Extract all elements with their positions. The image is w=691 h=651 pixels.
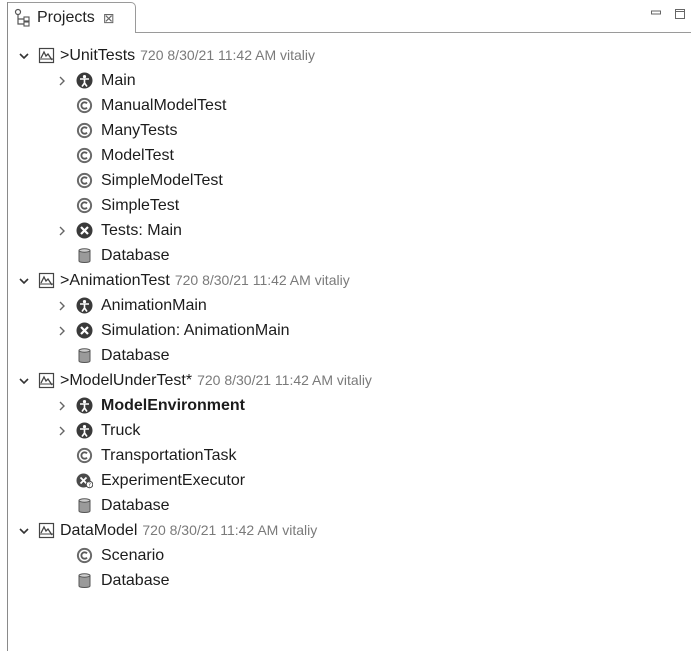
agent-type-icon	[76, 72, 93, 89]
java-class-icon	[76, 447, 93, 464]
tree-row-animationmain[interactable]: AnimationMain	[8, 293, 691, 318]
tree-row-animationtest[interactable]: >AnimationTest 720 8/30/21 11:42 AM vital…	[8, 268, 691, 293]
model-project-icon	[38, 272, 55, 289]
tab-projects[interactable]: Projects ⊠	[8, 2, 136, 33]
chevron-right-icon[interactable]	[56, 400, 68, 412]
custom-experiment-icon	[76, 472, 93, 489]
tree-row-modelundertest[interactable]: >ModelUnderTest* 720 8/30/21 11:42 AM vit…	[8, 368, 691, 393]
tree-item-label: ModelEnvironment	[101, 396, 246, 414]
minimize-icon[interactable]	[650, 8, 662, 20]
tree-item-label: ModelTest	[101, 146, 174, 164]
tree-row-database[interactable]: Database	[8, 343, 691, 368]
chevron-right-icon[interactable]	[56, 75, 68, 87]
database-icon	[76, 572, 93, 589]
java-class-icon	[76, 197, 93, 214]
tab-bar: Projects ⊠	[8, 2, 691, 33]
chevron-down-icon[interactable]	[18, 375, 30, 387]
experiment-icon	[76, 322, 93, 339]
agent-type-icon	[76, 397, 93, 414]
tree-row-simpletest[interactable]: SimpleTest	[8, 193, 691, 218]
tree-row-scenario[interactable]: Scenario	[8, 543, 691, 568]
tree-item-label: ExperimentExecutor	[101, 471, 246, 489]
tree-item-label: Tests: Main	[101, 221, 182, 239]
model-project-icon	[38, 372, 55, 389]
tree-row-modelenvironment[interactable]: ModelEnvironment	[8, 393, 691, 418]
tree-row-transportationtask[interactable]: TransportationTask	[8, 443, 691, 468]
project-meta: 720 8/30/21 11:42 AM vitaliy	[142, 521, 318, 538]
tree-item-label: SimpleModelTest	[101, 171, 223, 189]
project-meta: 720 8/30/21 11:42 AM vitaliy	[197, 371, 372, 388]
chevron-right-icon[interactable]	[56, 225, 68, 237]
project-meta: 720 8/30/21 11:42 AM vitaliy	[174, 271, 350, 288]
tree-row-experimentexecutor[interactable]: ExperimentExecutor	[8, 468, 691, 493]
tree-row-simplemodeltest[interactable]: SimpleModelTest	[8, 168, 691, 193]
tree-item-label: ManualModelTest	[101, 96, 227, 114]
tree-row-database[interactable]: Database	[8, 493, 691, 518]
tab-divider	[136, 32, 691, 33]
java-class-icon	[76, 97, 93, 114]
tree-row-truck[interactable]: Truck	[8, 418, 691, 443]
agent-type-icon	[76, 297, 93, 314]
close-icon[interactable]: ⊠	[103, 11, 115, 25]
project-name: DataModel	[60, 521, 138, 539]
tree-item-label: Scenario	[101, 546, 165, 564]
tree-item-label: TransportationTask	[101, 446, 237, 464]
project-name: >ModelUnderTest*	[60, 371, 193, 389]
chevron-down-icon[interactable]	[18, 525, 30, 537]
experiment-icon	[76, 222, 93, 239]
java-class-icon	[76, 172, 93, 189]
tree-row-unittests[interactable]: >UnitTests 720 8/30/21 11:42 AM vitaliy	[8, 43, 691, 68]
tab-label: Projects	[37, 9, 95, 26]
tree-item-label: Database	[101, 496, 170, 514]
tree-item-label: Main	[101, 71, 136, 89]
chevron-down-icon[interactable]	[18, 275, 30, 287]
database-icon	[76, 497, 93, 514]
maximize-icon[interactable]	[674, 8, 686, 20]
java-class-icon	[76, 547, 93, 564]
database-icon	[76, 247, 93, 264]
tree-item-label: Simulation: AnimationMain	[101, 321, 290, 339]
tree-item-label: Truck	[101, 421, 141, 439]
tree-row-simulation[interactable]: Simulation: AnimationMain	[8, 318, 691, 343]
tree-row-tests-main[interactable]: Tests: Main	[8, 218, 691, 243]
model-project-icon	[38, 522, 55, 539]
tree-item-label: ManyTests	[101, 121, 178, 139]
java-class-icon	[76, 122, 93, 139]
project-tree-icon	[14, 8, 30, 27]
tree-row-datamodel[interactable]: DataModel 720 8/30/21 11:42 AM vitaliy	[8, 518, 691, 543]
tree-row-main[interactable]: Main	[8, 68, 691, 93]
tree-row-database[interactable]: Database	[8, 243, 691, 268]
java-class-icon	[76, 147, 93, 164]
projects-view: Projects ⊠ >UnitTests 720 8/30/21 11:42 A…	[7, 2, 691, 651]
project-meta: 720 8/30/21 11:42 AM vitaliy	[140, 46, 315, 63]
tree-row-manytests[interactable]: ManyTests	[8, 118, 691, 143]
tree-item-label: Database	[101, 346, 170, 364]
project-name: >AnimationTest	[60, 271, 170, 289]
chevron-down-icon[interactable]	[18, 50, 30, 62]
agent-type-icon	[76, 422, 93, 439]
project-name: >UnitTests	[60, 46, 136, 64]
tree-item-label: SimpleTest	[101, 196, 180, 214]
database-icon	[76, 347, 93, 364]
chevron-right-icon[interactable]	[56, 425, 68, 437]
model-project-icon	[38, 47, 55, 64]
tree-row-modeltest[interactable]: ModelTest	[8, 143, 691, 168]
chevron-right-icon[interactable]	[56, 325, 68, 337]
tree-row-manualmodeltest[interactable]: ManualModelTest	[8, 93, 691, 118]
tree-item-label: Database	[101, 246, 170, 264]
tree-item-label: Database	[101, 571, 170, 589]
chevron-right-icon[interactable]	[56, 300, 68, 312]
tree-row-database[interactable]: Database	[8, 568, 691, 593]
tree-item-label: AnimationMain	[101, 296, 207, 314]
